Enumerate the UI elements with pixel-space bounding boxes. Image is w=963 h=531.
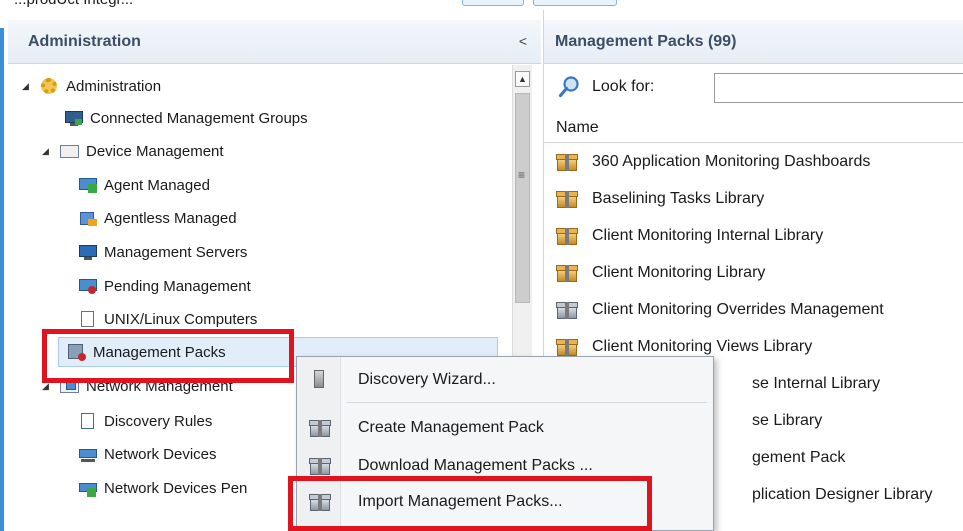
agentless-managed-icon: [78, 209, 98, 227]
tree-item-agent-managed[interactable]: Agent Managed: [78, 170, 210, 200]
pending-management-icon: [78, 277, 98, 295]
tree-item-agentless-managed[interactable]: Agentless Managed: [78, 203, 237, 233]
top-toolbar-strip: ...prodUct Integr...: [0, 0, 963, 10]
management-pack-name: plication Designer Library: [752, 486, 933, 503]
package-icon: [556, 152, 582, 172]
network-devices-icon: [78, 445, 98, 463]
wizard-icon: [309, 370, 331, 390]
management-pack-name: Client Monitoring Internal Library: [592, 227, 824, 244]
management-packs-icon: [67, 343, 87, 361]
package-icon: [556, 300, 582, 320]
tree-item-device-management[interactable]: ◢ Device Management: [42, 136, 224, 166]
management-pack-name: Baselining Tasks Library: [592, 190, 765, 207]
expand-triangle-icon[interactable]: ◢: [42, 146, 54, 157]
column-header-label: Name: [556, 119, 599, 136]
tree-item-unix-linux-computers[interactable]: UNIX/Linux Computers: [78, 304, 257, 334]
tree-item-label: Network Devices Pen: [104, 479, 248, 497]
navigation-accent-bar: [0, 28, 4, 531]
menu-item-create-management-pack[interactable]: Create Management Pack: [297, 411, 715, 445]
menu-item-label: Import Management Packs...: [358, 493, 563, 510]
package-icon: [556, 189, 582, 209]
management-pack-name: se Library: [752, 412, 823, 429]
column-header-name[interactable]: Name: [544, 113, 963, 143]
menu-separator: [347, 402, 707, 403]
search-bar: Look for:: [544, 65, 963, 109]
expand-triangle-icon[interactable]: ◢: [22, 81, 34, 92]
toolbar-button[interactable]: [462, 0, 524, 6]
menu-item-download-management-packs[interactable]: Download Management Packs ...: [297, 449, 715, 483]
results-pane-title: Management Packs (99): [555, 33, 737, 50]
package-icon: [309, 418, 331, 438]
scrollbar-thumb[interactable]: [515, 93, 530, 303]
package-icon: [309, 492, 331, 512]
management-pack-row[interactable]: Client Monitoring Overrides Management: [544, 292, 963, 328]
management-pack-row[interactable]: 360 Application Monitoring Dashboards: [544, 144, 963, 180]
management-pack-row[interactable]: Client Monitoring Library: [544, 255, 963, 291]
tree-item-label: Network Management: [86, 377, 233, 395]
tree-item-administration[interactable]: ◢ Administration: [22, 71, 161, 101]
package-icon: [309, 456, 331, 476]
unix-linux-icon: [78, 310, 98, 328]
tree-item-network-management[interactable]: ◢ Network Management: [42, 371, 233, 401]
tree-item-label: Management Servers: [104, 243, 248, 261]
tree-item-label: Management Packs: [93, 343, 226, 361]
search-label: Look for:: [592, 78, 655, 95]
navigation-pane-title: Administration: [28, 33, 141, 50]
gear-icon: [40, 77, 60, 95]
scroll-up-arrow-icon[interactable]: ▲: [515, 71, 530, 87]
tree-item-management-servers[interactable]: Management Servers: [78, 237, 247, 267]
management-pack-name: Client Monitoring Overrides Management: [592, 301, 884, 318]
discovery-rules-icon: [78, 412, 98, 430]
management-pack-name: se Internal Library: [752, 375, 881, 392]
tree-item-connected-management-groups[interactable]: Connected Management Groups: [64, 103, 308, 133]
network-devices-pending-icon: [78, 479, 98, 497]
tree-item-label: Network Devices: [104, 445, 217, 463]
top-strip-text: ...prodUct Integr...: [14, 0, 133, 8]
tree-item-label: Agentless Managed: [104, 209, 237, 227]
network-management-icon: [60, 377, 80, 395]
tree-item-network-devices-pending[interactable]: Network Devices Pen: [78, 473, 247, 503]
tree-item-label: Administration: [66, 77, 162, 95]
tree-item-label: Device Management: [86, 142, 224, 160]
collapse-pane-button[interactable]: <: [519, 33, 527, 49]
tree-item-pending-management[interactable]: Pending Management: [78, 271, 251, 301]
tree-item-label: UNIX/Linux Computers: [104, 310, 258, 328]
management-pack-row[interactable]: Baselining Tasks Library: [544, 181, 963, 217]
navigation-pane-header: Administration <: [8, 20, 541, 64]
menu-item-label: Discovery Wizard...: [358, 371, 496, 388]
scrollbar-grip-icon: ≡: [518, 168, 526, 182]
management-pack-name: gement Pack: [752, 449, 846, 466]
tree-item-network-devices[interactable]: Network Devices: [78, 439, 217, 469]
package-icon: [556, 263, 582, 283]
menu-item-label: Create Management Pack: [358, 419, 544, 436]
package-icon: [556, 226, 582, 246]
tree-item-label: Connected Management Groups: [90, 109, 308, 127]
toolbar-button[interactable]: [533, 0, 617, 6]
connected-groups-icon: [64, 109, 84, 127]
management-pack-name: Client Monitoring Library: [592, 264, 766, 281]
tree-item-label: Pending Management: [104, 277, 251, 295]
search-input[interactable]: [714, 73, 963, 103]
management-pack-name: 360 Application Monitoring Dashboards: [592, 153, 871, 170]
menu-item-discovery-wizard[interactable]: Discovery Wizard...: [297, 363, 715, 397]
management-pack-name: Client Monitoring Views Library: [592, 338, 813, 355]
menu-item-import-management-packs[interactable]: Import Management Packs...: [297, 485, 715, 519]
tree-item-discovery-rules[interactable]: Discovery Rules: [78, 406, 212, 436]
tree-item-label: Agent Managed: [104, 176, 210, 194]
tree-item-label: Discovery Rules: [104, 412, 213, 430]
package-icon: [556, 337, 582, 357]
agent-managed-icon: [78, 176, 98, 194]
expand-triangle-icon[interactable]: ◢: [42, 381, 54, 392]
results-pane-header: Management Packs (99): [544, 20, 963, 64]
management-servers-icon: [78, 243, 98, 261]
search-icon: [558, 76, 579, 98]
context-menu: Discovery Wizard... Create Management Pa…: [296, 356, 714, 531]
device-management-icon: [60, 142, 80, 160]
management-pack-row[interactable]: Client Monitoring Internal Library: [544, 218, 963, 254]
menu-item-label: Download Management Packs ...: [358, 457, 593, 474]
